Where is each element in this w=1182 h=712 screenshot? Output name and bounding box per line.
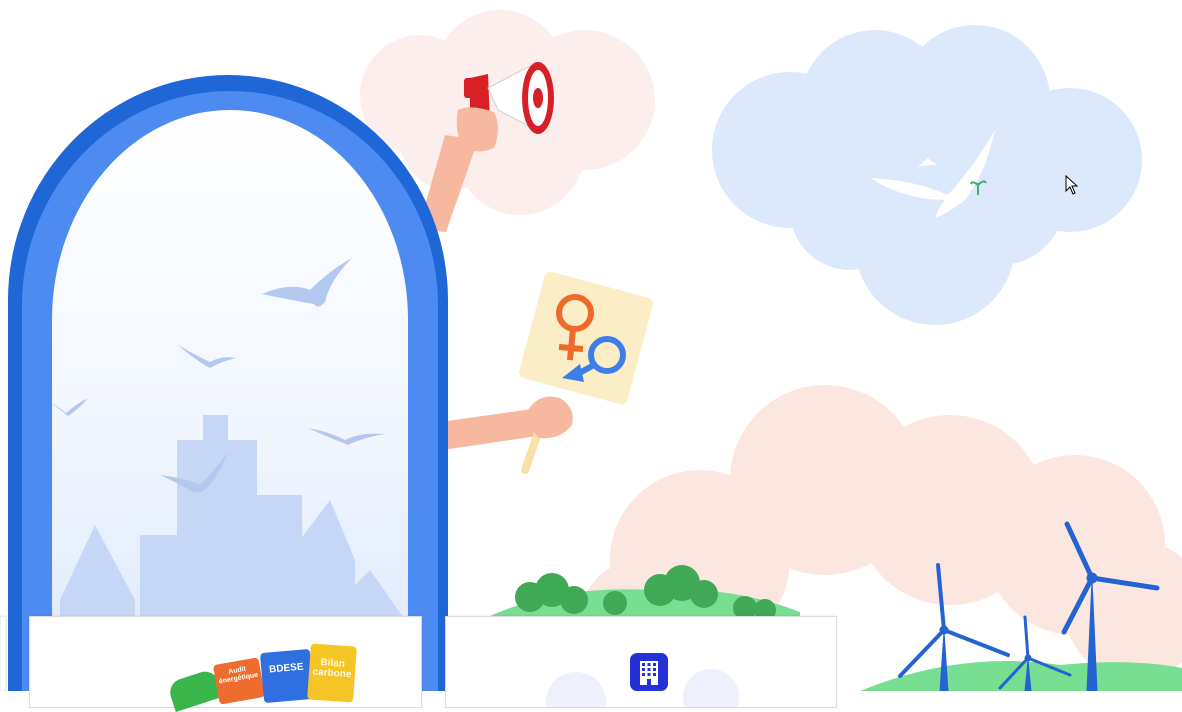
hand-sign [528, 396, 573, 439]
hero-illustration [0, 10, 1182, 691]
left-edge-card [0, 615, 7, 691]
left-feature-card[interactable]: Audit énergétique BDESE Bilan carbone [29, 616, 422, 712]
building-icon[interactable] [630, 653, 668, 691]
bilan-doc-icon: Bilan carbone [307, 643, 357, 703]
mouse-cursor-icon [1065, 175, 1079, 195]
hand-megaphone [456, 107, 498, 152]
bdese-doc-icon: BDESE [259, 648, 315, 704]
audit-doc-label: Audit énergétique [218, 665, 259, 686]
building-glyph [640, 661, 658, 685]
bilan-doc-label: Bilan carbone [312, 657, 352, 681]
right-feature-card[interactable] [445, 616, 837, 708]
gender-equality-sign-icon [519, 271, 653, 474]
bdese-doc-label: BDESE [268, 661, 304, 676]
audit-doc-icon: Audit énergétique [212, 657, 266, 705]
